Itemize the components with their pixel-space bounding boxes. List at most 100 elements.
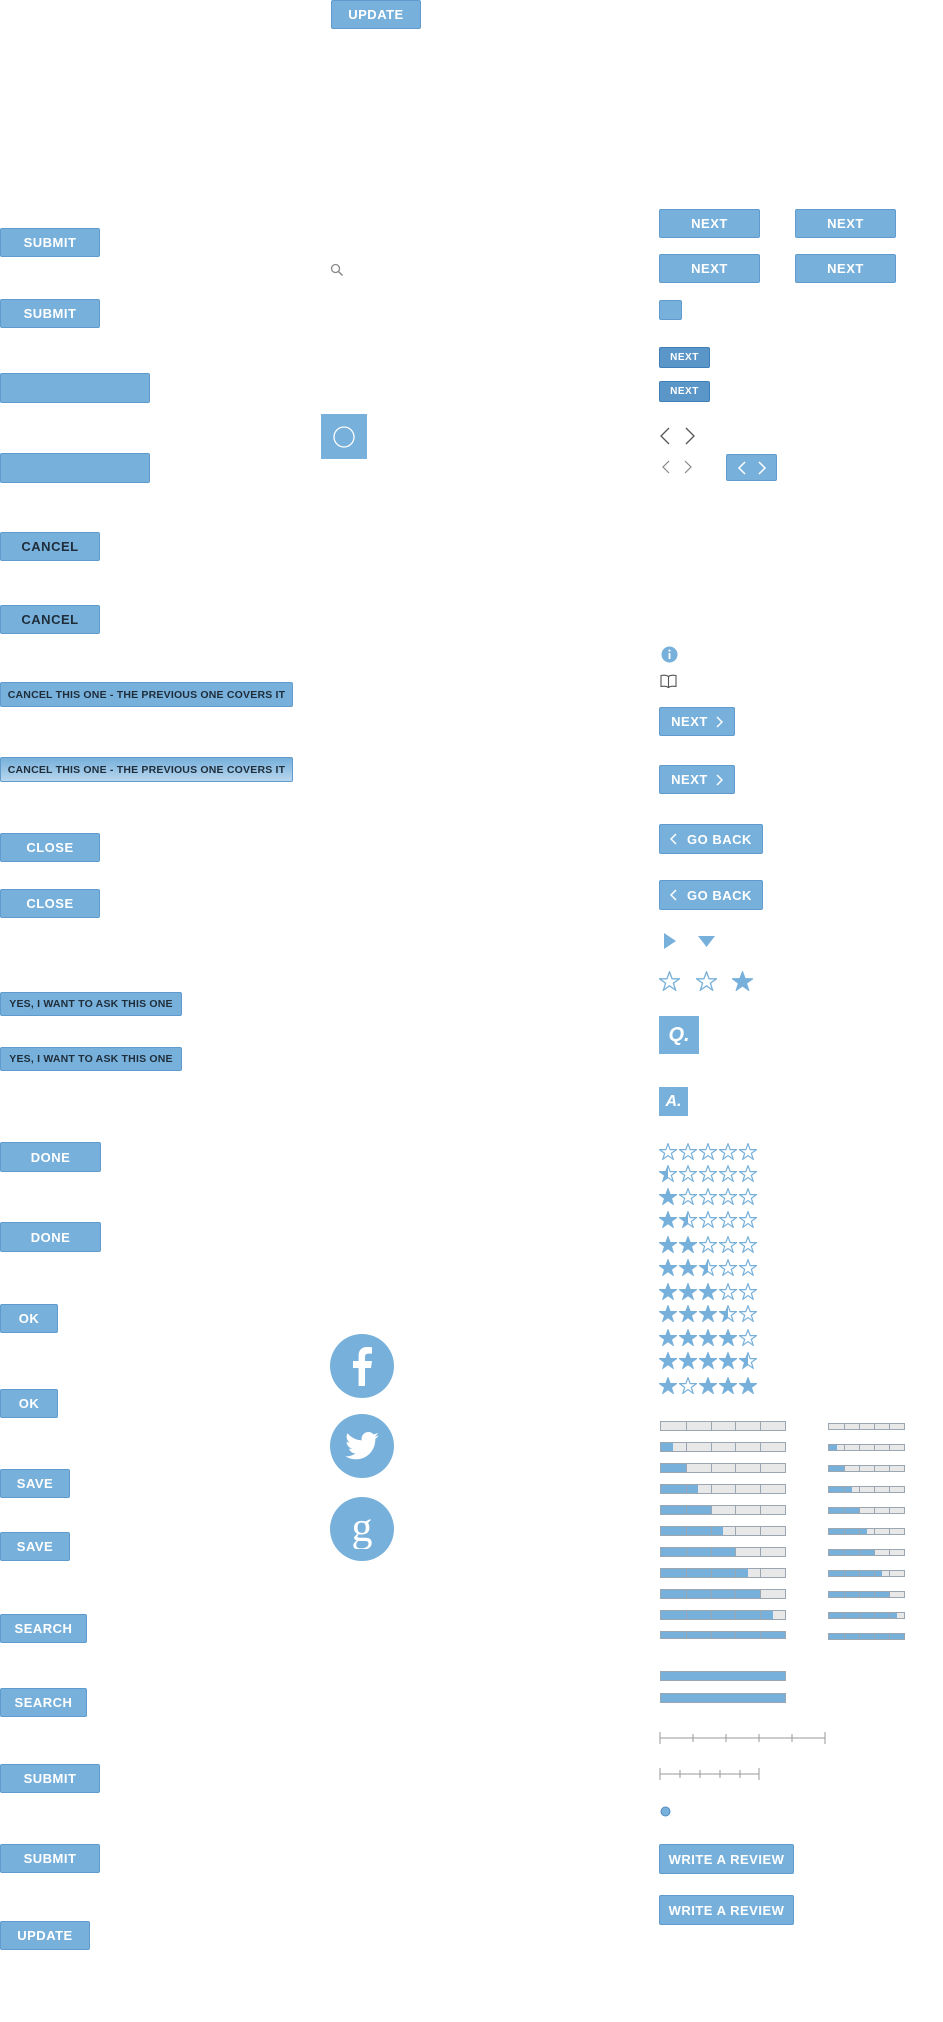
cancel-long-button[interactable]: CANCEL THIS ONE - THE PREVIOUS ONE COVER… — [0, 682, 293, 707]
star-empty-icon[interactable] — [739, 1305, 757, 1322]
star-filled-icon[interactable] — [699, 1329, 717, 1346]
next-chevron-small-icon[interactable] — [684, 460, 693, 474]
cancel-long-button[interactable]: CANCEL THIS ONE - THE PREVIOUS ONE COVER… — [0, 757, 293, 782]
star-rating-row[interactable] — [659, 1377, 757, 1394]
star-filled-icon[interactable] — [659, 1283, 677, 1300]
prev-chevron-small-icon[interactable] — [661, 460, 670, 474]
star-empty-icon[interactable] — [739, 1211, 757, 1228]
star-empty-icon[interactable] — [739, 1329, 757, 1346]
star-empty-icon[interactable] — [739, 1165, 757, 1182]
update-button-top[interactable]: UPDATE — [331, 0, 421, 29]
star-filled-icon[interactable] — [659, 1329, 677, 1346]
star-empty-icon[interactable] — [679, 1165, 697, 1182]
star-empty-icon[interactable] — [719, 1283, 737, 1300]
star-filled-icon[interactable] — [719, 1329, 737, 1346]
star-empty-icon[interactable] — [719, 1165, 737, 1182]
star-filled-icon[interactable] — [699, 1283, 717, 1300]
circle-button[interactable] — [321, 414, 367, 459]
star-filled-icon[interactable] — [679, 1283, 697, 1300]
write-review-button[interactable]: WRITE A REVIEW — [659, 1895, 794, 1925]
star-rating-row[interactable] — [659, 1236, 757, 1253]
star-empty-icon[interactable] — [699, 1236, 717, 1253]
star-empty-icon[interactable] — [679, 1188, 697, 1205]
google-button[interactable]: g — [330, 1497, 394, 1561]
square-button[interactable] — [659, 300, 682, 320]
star-empty-icon[interactable] — [719, 1236, 737, 1253]
star-filled-icon[interactable] — [719, 1377, 737, 1394]
facebook-button[interactable] — [330, 1334, 394, 1398]
slider-handle[interactable] — [660, 1806, 671, 1817]
star-filled-icon[interactable] — [699, 1352, 717, 1369]
info-icon[interactable] — [661, 646, 678, 663]
search-icon[interactable] — [330, 263, 344, 277]
twitter-button[interactable] — [330, 1414, 394, 1478]
next-button[interactable]: NEXT — [795, 254, 896, 283]
star-empty-icon[interactable] — [679, 1377, 697, 1394]
star-filled-icon[interactable] — [659, 1236, 677, 1253]
cancel-button[interactable]: CANCEL — [0, 532, 100, 561]
next-chevron-button[interactable]: NEXT — [659, 707, 735, 736]
ok-button[interactable]: OK — [0, 1304, 58, 1333]
star-empty-icon[interactable] — [696, 971, 717, 991]
close-button[interactable]: CLOSE — [0, 833, 100, 862]
star-filled-icon[interactable] — [659, 1211, 677, 1228]
update-button[interactable]: UPDATE — [0, 1921, 90, 1950]
write-review-button[interactable]: WRITE A REVIEW — [659, 1844, 794, 1874]
next-button[interactable]: NEXT — [795, 209, 896, 238]
search-button[interactable]: SEARCH — [0, 1614, 87, 1643]
book-icon[interactable] — [660, 674, 677, 688]
star-empty-icon[interactable] — [739, 1188, 757, 1205]
star-empty-icon[interactable] — [739, 1283, 757, 1300]
blank-button[interactable] — [0, 373, 150, 403]
star-filled-icon[interactable] — [659, 1377, 677, 1394]
next-button[interactable]: NEXT — [659, 254, 760, 283]
next-chevron-icon[interactable] — [684, 427, 696, 445]
yes-ask-button[interactable]: YES, I WANT TO ASK THIS ONE — [0, 1047, 182, 1071]
star-filled-icon[interactable] — [679, 1259, 697, 1276]
star-half-icon[interactable] — [679, 1211, 697, 1228]
star-half-icon[interactable] — [699, 1259, 717, 1276]
triangle-down-icon[interactable] — [698, 936, 715, 947]
star-empty-icon[interactable] — [699, 1143, 717, 1160]
star-empty-icon[interactable] — [719, 1259, 737, 1276]
star-empty-icon[interactable] — [719, 1188, 737, 1205]
star-filled-icon[interactable] — [659, 1259, 677, 1276]
done-button[interactable]: DONE — [0, 1142, 101, 1172]
star-empty-icon[interactable] — [739, 1143, 757, 1160]
submit-button[interactable]: SUBMIT — [0, 1844, 100, 1873]
close-button[interactable]: CLOSE — [0, 889, 100, 918]
submit-button[interactable]: SUBMIT — [0, 1764, 100, 1793]
star-filled-icon[interactable] — [719, 1352, 737, 1369]
cancel-button[interactable]: CANCEL — [0, 605, 100, 634]
star-half-icon[interactable] — [719, 1305, 737, 1322]
star-rating-row[interactable] — [659, 1352, 757, 1369]
star-filled-icon[interactable] — [679, 1305, 697, 1322]
submit-button[interactable]: SUBMIT — [0, 299, 100, 328]
search-button[interactable]: SEARCH — [0, 1688, 87, 1717]
star-empty-icon[interactable] — [739, 1236, 757, 1253]
star-filled-icon[interactable] — [659, 1352, 677, 1369]
blank-button[interactable] — [0, 453, 150, 483]
star-rating-row[interactable] — [659, 1211, 757, 1228]
star-empty-icon[interactable] — [719, 1143, 737, 1160]
next-chevron-button[interactable]: NEXT — [659, 765, 735, 794]
star-rating-row[interactable] — [659, 1329, 757, 1346]
star-filled-icon[interactable] — [739, 1377, 757, 1394]
prev-chevron-icon[interactable] — [737, 460, 746, 475]
star-rating-row[interactable] — [659, 1165, 757, 1182]
star-empty-icon[interactable] — [719, 1211, 737, 1228]
star-empty-icon[interactable] — [739, 1259, 757, 1276]
submit-button[interactable]: SUBMIT — [0, 228, 100, 257]
star-empty-icon[interactable] — [659, 1143, 677, 1160]
star-filled-icon[interactable] — [732, 971, 753, 991]
prev-chevron-icon[interactable] — [659, 427, 671, 445]
star-filled-icon[interactable] — [659, 1188, 677, 1205]
star-filled-icon[interactable] — [699, 1377, 717, 1394]
star-filled-icon[interactable] — [679, 1352, 697, 1369]
star-empty-icon[interactable] — [659, 971, 680, 991]
slider-track[interactable] — [659, 1731, 827, 1745]
star-filled-icon[interactable] — [679, 1329, 697, 1346]
star-empty-icon[interactable] — [699, 1211, 717, 1228]
go-back-button[interactable]: GO BACK — [659, 880, 763, 910]
done-button[interactable]: DONE — [0, 1222, 101, 1252]
